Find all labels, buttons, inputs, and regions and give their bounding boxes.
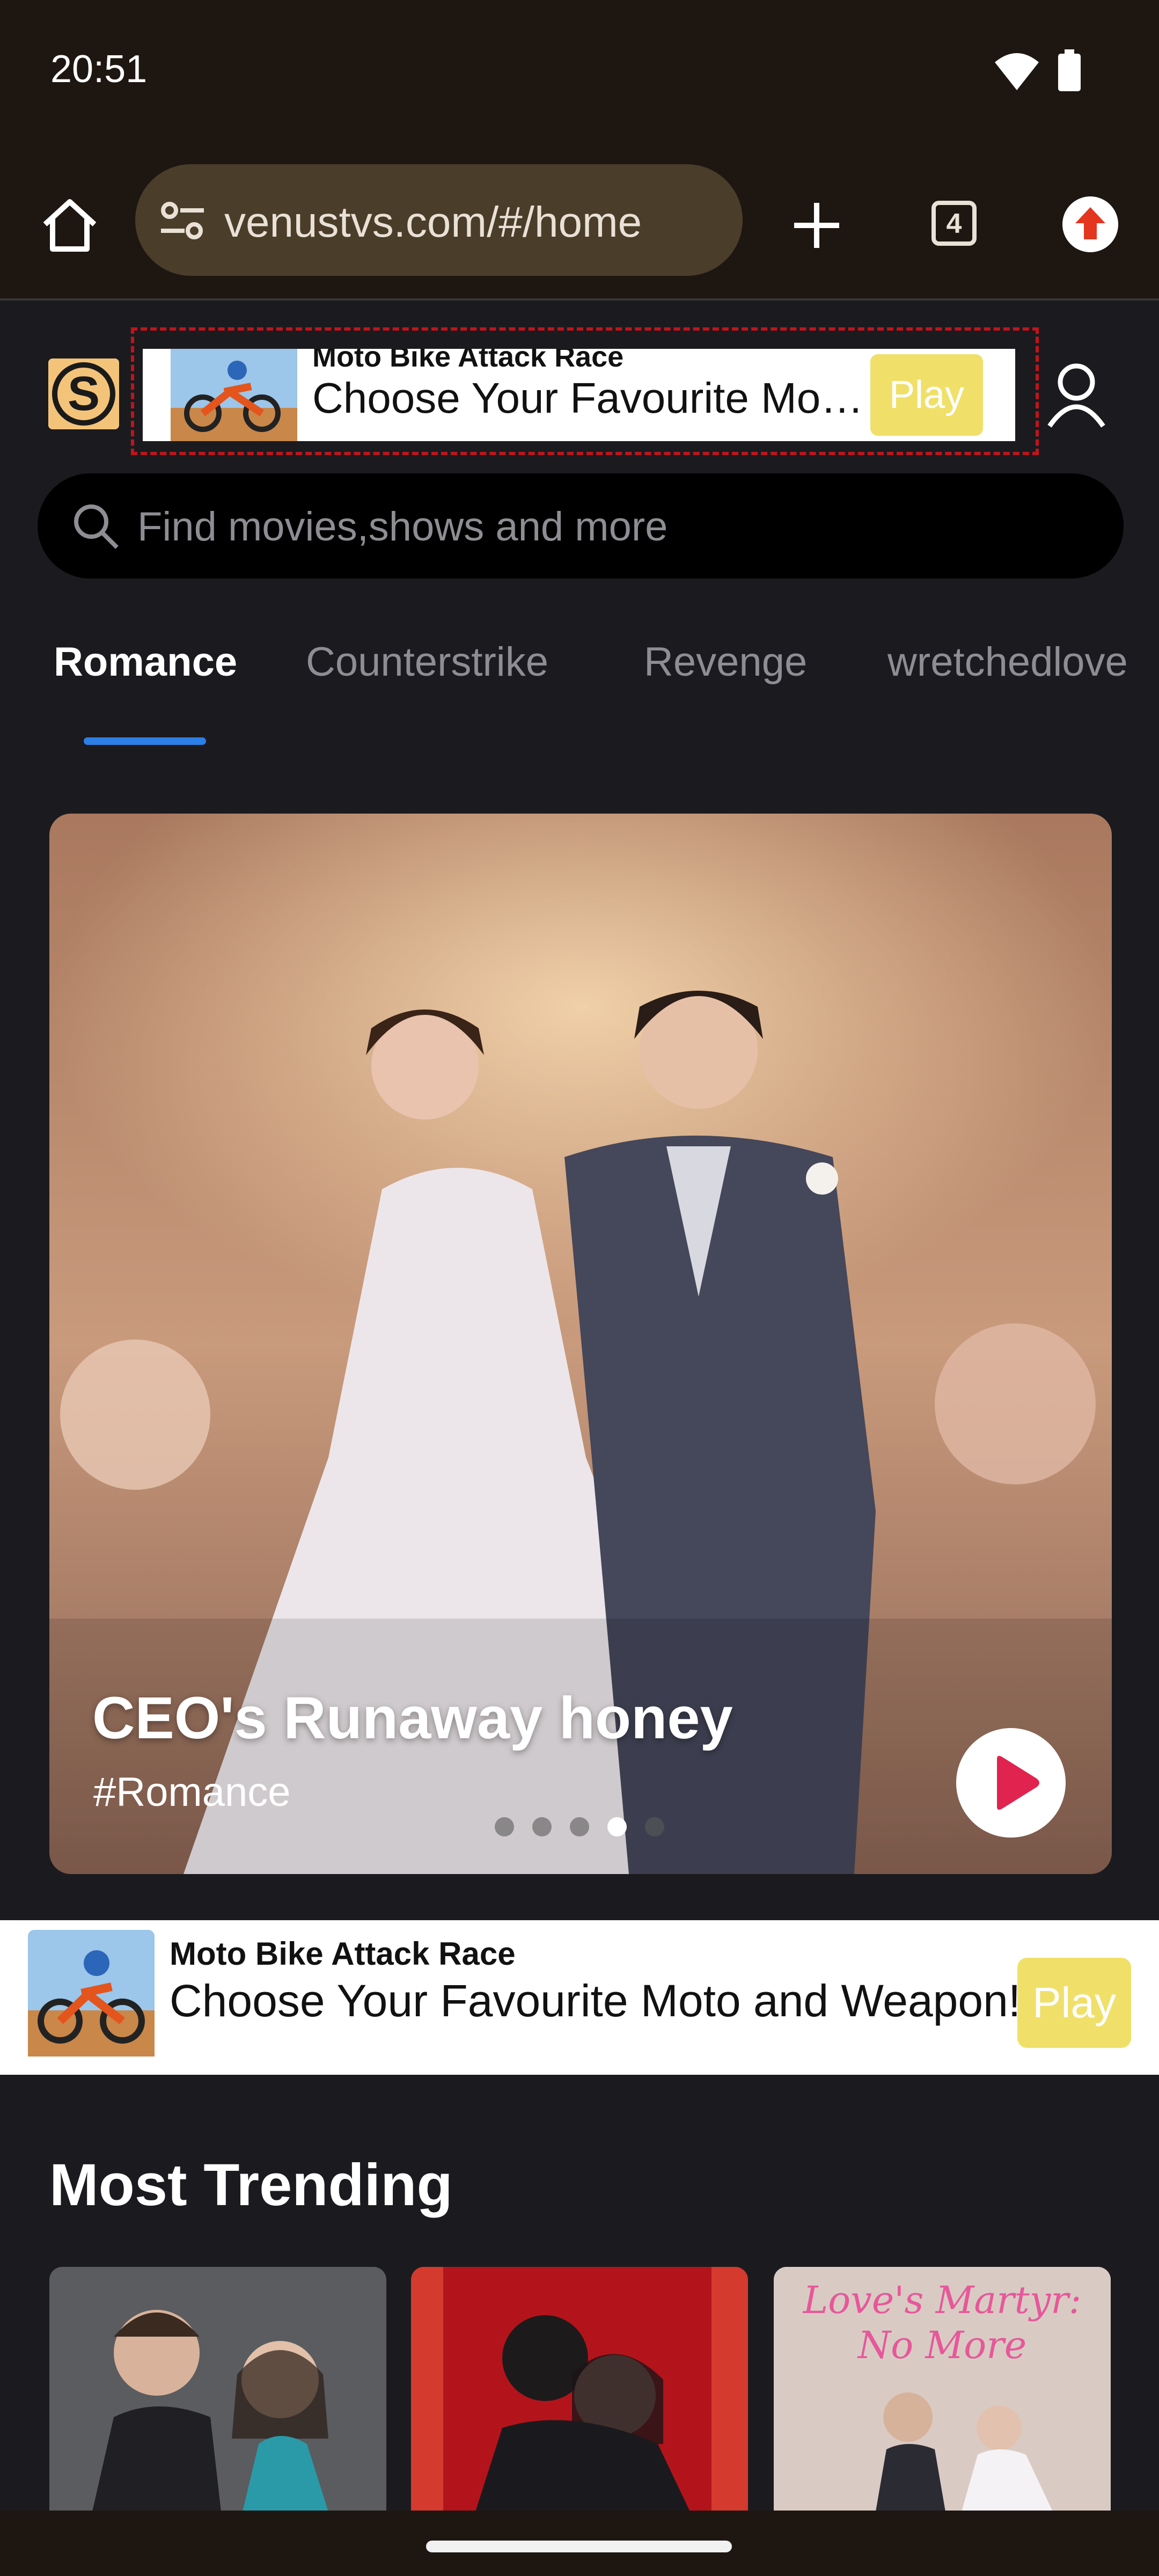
carousel-dot[interactable] xyxy=(495,1817,514,1836)
tab-revenge[interactable]: Revenge xyxy=(644,639,807,685)
ad-title: Moto Bike Attack Race xyxy=(312,349,624,373)
ad-thumbnail-moto xyxy=(28,1930,155,2057)
poster-image xyxy=(411,2267,748,2512)
carousel-dot[interactable] xyxy=(570,1817,589,1836)
ad-thumbnail-moto xyxy=(171,349,297,441)
battery-icon xyxy=(1058,49,1081,91)
ad-play-button[interactable]: Play xyxy=(1017,1958,1131,2048)
trending-poster[interactable]: Love's Martyr: No More xyxy=(774,2267,1111,2512)
home-icon[interactable] xyxy=(38,193,102,258)
poster-image xyxy=(49,2267,386,2512)
new-tab-icon[interactable] xyxy=(784,193,849,258)
trending-poster[interactable] xyxy=(49,2267,386,2512)
trending-poster[interactable] xyxy=(411,2267,748,2512)
ad-title: Moto Bike Attack Race xyxy=(170,1936,516,1972)
gesture-handle[interactable] xyxy=(426,2541,732,2552)
site-logo[interactable]: S xyxy=(48,358,119,429)
url-text[interactable]: venustvs.com/#/home xyxy=(224,197,642,247)
carousel-dot[interactable] xyxy=(645,1817,664,1836)
ad-play-button[interactable]: Play xyxy=(870,354,983,436)
update-icon[interactable] xyxy=(1062,196,1118,252)
carousel-dot-active[interactable] xyxy=(607,1817,627,1836)
browser-toolbar: venustvs.com/#/home 4 xyxy=(0,145,1159,301)
site-settings-icon[interactable] xyxy=(157,194,208,246)
search-input[interactable] xyxy=(136,488,1094,565)
play-icon[interactable] xyxy=(956,1728,1066,1838)
search-bar[interactable] xyxy=(38,473,1124,579)
top-ad-banner[interactable]: Moto Bike Attack Race Choose Your Favour… xyxy=(143,349,1015,441)
ad-text: Choose Your Favourite Moto and Weapon! xyxy=(312,374,868,422)
carousel-dot[interactable] xyxy=(532,1817,552,1836)
status-bar: 20:51 xyxy=(0,0,1159,145)
category-tabs: Romance Counterstrike Revenge wretchedlo… xyxy=(0,639,1159,746)
status-time: 20:51 xyxy=(50,48,148,91)
system-nav-bar xyxy=(0,2511,1159,2576)
tab-switcher-button[interactable]: 4 xyxy=(924,193,988,258)
active-tab-indicator xyxy=(84,737,206,745)
ad-text: Choose Your Favourite Moto and Weapon! xyxy=(170,1975,1021,2026)
bottom-ad-banner[interactable]: Moto Bike Attack Race Choose Your Favour… xyxy=(0,1920,1159,2075)
address-bar[interactable]: venustvs.com/#/home xyxy=(135,164,743,276)
hero-title: CEO's Runaway honey xyxy=(92,1685,733,1751)
section-title-most-trending: Most Trending xyxy=(49,2152,453,2218)
hero-tag: #Romance xyxy=(93,1769,291,1815)
tab-romance[interactable]: Romance xyxy=(54,639,237,685)
tab-count: 4 xyxy=(931,201,977,246)
hero-banner[interactable]: CEO's Runaway honey #Romance xyxy=(49,814,1112,1874)
tab-wretchedlove[interactable]: wretchedlove xyxy=(887,639,1128,685)
tab-counterstrike[interactable]: Counterstrike xyxy=(306,639,548,685)
site-logo-letter: S xyxy=(68,367,100,421)
poster-title: Love's Martyr: No More xyxy=(803,2278,1082,2367)
search-icon xyxy=(74,504,119,549)
wifi-icon xyxy=(995,53,1039,90)
profile-icon[interactable] xyxy=(1044,360,1109,429)
